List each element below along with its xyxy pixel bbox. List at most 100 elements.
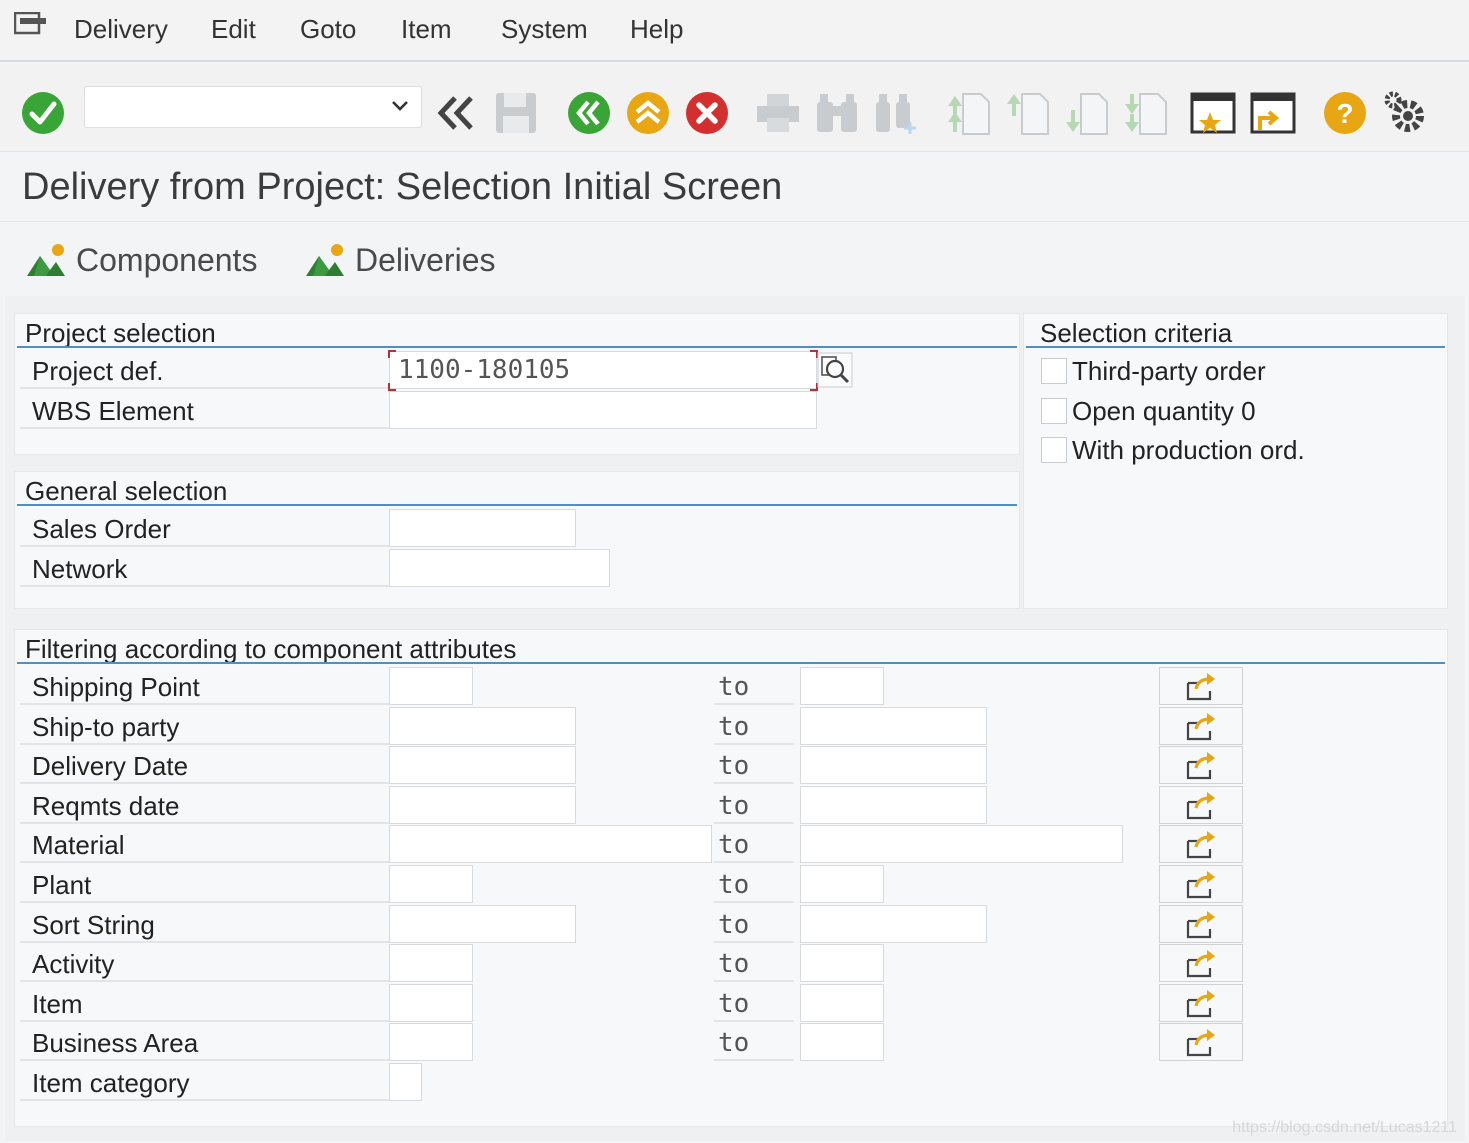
item-multiple-selection-button[interactable] xyxy=(1159,983,1243,1022)
mountain-icon xyxy=(306,244,344,276)
components-label: Components xyxy=(76,241,258,278)
shortcut-icon[interactable] xyxy=(1250,90,1296,136)
divider xyxy=(17,662,1445,664)
system-menu-icon[interactable] xyxy=(14,12,48,38)
menu-system[interactable]: System xyxy=(501,14,588,45)
wbs-element-input[interactable] xyxy=(389,391,817,429)
find-next-icon xyxy=(876,94,916,134)
ship-to-party-to-input[interactable] xyxy=(800,706,987,745)
svg-text:?: ? xyxy=(1336,98,1353,129)
enter-icon[interactable] xyxy=(20,90,66,136)
ship-to-party-multiple-selection-button[interactable] xyxy=(1159,706,1243,745)
to-label: to xyxy=(714,827,794,864)
divider xyxy=(17,346,1017,348)
menu-delivery[interactable]: Delivery xyxy=(74,14,168,45)
cancel-icon[interactable] xyxy=(684,90,730,136)
business-area-from-input[interactable] xyxy=(389,1023,473,1062)
third-party-order-checkbox[interactable] xyxy=(1041,358,1067,384)
business-area-to-input[interactable] xyxy=(800,1023,884,1062)
reqmts-date-multiple-selection-button[interactable] xyxy=(1159,785,1243,824)
multiple-selection-icon xyxy=(1186,910,1215,938)
multiple-selection-icon xyxy=(1186,871,1215,899)
delivery-date-to-input[interactable] xyxy=(800,746,987,785)
activity-from-input[interactable] xyxy=(389,944,473,983)
to-label: to xyxy=(714,907,794,943)
to-label: to xyxy=(714,788,794,824)
to-label: to xyxy=(714,867,794,903)
standard-toolbar: ? xyxy=(0,64,1469,152)
plant-from-input[interactable] xyxy=(389,865,473,903)
page-title: Delivery from Project: Selection Initial… xyxy=(22,166,783,208)
business-area-multiple-selection-button[interactable] xyxy=(1159,1023,1243,1062)
to-label: to xyxy=(714,986,794,1022)
plant-multiple-selection-button[interactable] xyxy=(1159,865,1243,903)
components-button[interactable]: Components xyxy=(26,238,257,282)
multiple-selection-icon xyxy=(1186,712,1215,740)
application-toolbar: Components Deliveries xyxy=(0,222,1469,294)
with-production-ord-checkbox[interactable] xyxy=(1041,437,1067,463)
menu-help[interactable]: Help xyxy=(630,14,683,45)
selection-criteria-title: Selection criteria xyxy=(1040,318,1233,348)
next-page-icon xyxy=(1066,93,1108,135)
search-help-icon[interactable] xyxy=(817,352,853,388)
open-quantity-checkbox[interactable] xyxy=(1041,398,1067,424)
project-def-input[interactable]: 1100-180105 xyxy=(389,351,817,389)
multiple-selection-icon xyxy=(1186,989,1215,1017)
material-from-input[interactable] xyxy=(389,825,712,864)
deliveries-button[interactable]: Deliveries xyxy=(305,238,495,282)
activity-to-input[interactable] xyxy=(800,944,884,983)
material-to-input[interactable] xyxy=(800,825,1123,864)
third-party-order-label: Third-party order xyxy=(1072,356,1266,386)
project-selection-title: Project selection xyxy=(25,318,216,348)
activity-multiple-selection-button[interactable] xyxy=(1159,944,1243,983)
to-label: to xyxy=(714,669,794,705)
to-label: to xyxy=(714,946,794,983)
exit-icon[interactable] xyxy=(625,90,671,136)
item-label: Item xyxy=(20,986,390,1022)
settings-icon[interactable] xyxy=(1382,90,1428,136)
command-field[interactable] xyxy=(84,86,422,128)
item-category-label: Item category xyxy=(20,1065,390,1101)
delivery-date-multiple-selection-button[interactable] xyxy=(1159,746,1243,785)
mountain-icon xyxy=(27,244,65,276)
watermark: https://blog.csdn.net/Lucas1211 xyxy=(1232,1119,1457,1136)
open-quantity-label: Open quantity 0 xyxy=(1072,396,1256,426)
title-bar: Delivery from Project: Selection Initial… xyxy=(0,152,1469,222)
item-from-input[interactable] xyxy=(389,983,473,1022)
project-def-label: Project def. xyxy=(20,353,390,389)
multiple-selection-icon xyxy=(1186,950,1215,978)
sort-string-from-input[interactable] xyxy=(389,904,576,943)
menu-item[interactable]: Item xyxy=(401,14,452,45)
with-production-ord-label: With production ord. xyxy=(1072,435,1305,465)
delivery-date-from-input[interactable] xyxy=(389,746,576,785)
reqmts-date-from-input[interactable] xyxy=(389,785,576,824)
sales-order-label: Sales Order xyxy=(20,511,390,547)
create-session-icon[interactable] xyxy=(1190,90,1236,136)
back-icon[interactable] xyxy=(566,90,612,136)
menu-edit[interactable]: Edit xyxy=(211,14,256,45)
multiple-selection-icon xyxy=(1186,831,1215,859)
shipping-point-to-input[interactable] xyxy=(800,667,884,705)
menu-goto[interactable]: Goto xyxy=(300,14,356,45)
sort-string-label: Sort String xyxy=(20,907,390,943)
network-input[interactable] xyxy=(389,549,610,587)
material-multiple-selection-button[interactable] xyxy=(1159,825,1243,864)
sort-string-to-input[interactable] xyxy=(800,904,987,943)
ship-to-party-from-input[interactable] xyxy=(389,706,576,745)
shipping-point-multiple-selection-button[interactable] xyxy=(1159,667,1243,705)
previous-page-icon xyxy=(1007,93,1049,135)
back-double-icon[interactable] xyxy=(433,90,479,136)
sort-string-multiple-selection-button[interactable] xyxy=(1159,904,1243,943)
wbs-element-label: WBS Element xyxy=(20,393,390,429)
sales-order-input[interactable] xyxy=(389,509,576,547)
material-label: Material xyxy=(20,827,390,864)
reqmts-date-to-input[interactable] xyxy=(800,785,987,824)
shipping-point-from-input[interactable] xyxy=(389,667,473,705)
plant-to-input[interactable] xyxy=(800,865,884,903)
command-dropdown-icon[interactable] xyxy=(389,95,411,117)
item-category-input[interactable] xyxy=(389,1063,422,1101)
divider xyxy=(1026,346,1445,348)
help-icon[interactable]: ? xyxy=(1322,90,1368,136)
first-page-icon xyxy=(948,93,990,135)
item-to-input[interactable] xyxy=(800,983,884,1022)
